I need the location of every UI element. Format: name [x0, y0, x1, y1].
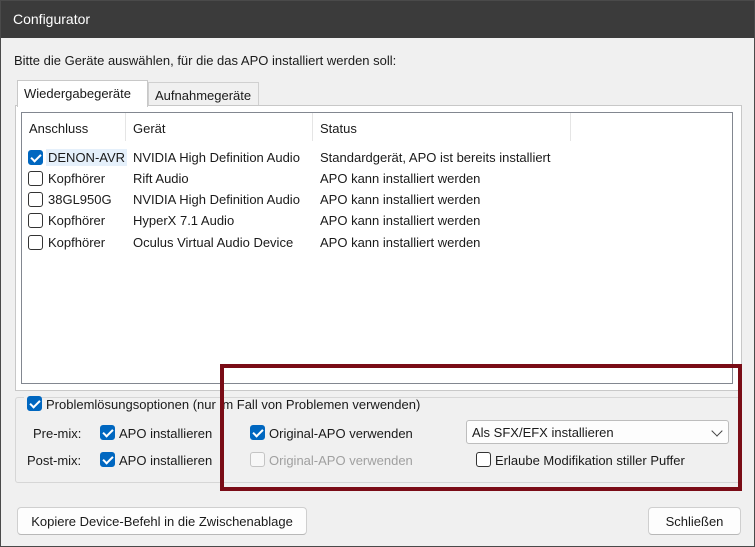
device-list[interactable]: Anschluss Gerät Status DENON-AVR NVIDIA …	[21, 112, 733, 384]
premix-install-checkbox[interactable]	[100, 425, 115, 440]
device-connection: Kopfhörer	[48, 235, 106, 250]
column-header-status[interactable]: Status	[313, 113, 571, 141]
instruction-text: Bitte die Geräte auswählen, für die das …	[14, 53, 397, 68]
configurator-window: Configurator Bitte die Geräte auswählen,…	[0, 0, 755, 547]
device-name: Rift Audio	[133, 171, 189, 186]
premix-label: Pre-mix:	[33, 426, 82, 441]
device-name: Oculus Virtual Audio Device	[133, 235, 294, 250]
device-row[interactable]: Kopfhörer Oculus Virtual Audio Device AP…	[22, 232, 732, 253]
device-list-header: Anschluss Gerät Status	[22, 113, 732, 141]
device-row[interactable]: 38GL950G NVIDIA High Definition Audio AP…	[22, 189, 732, 210]
device-checkbox[interactable]	[28, 150, 43, 165]
device-status: APO kann installiert werden	[320, 213, 481, 228]
postmix-label: Post-mix:	[27, 453, 82, 468]
tab-recording-devices[interactable]: Aufnahmegeräte	[148, 82, 259, 106]
device-connection: Kopfhörer	[48, 171, 106, 186]
title-bar[interactable]: Configurator	[1, 1, 754, 38]
highlight-box	[220, 364, 742, 491]
window-title: Configurator	[13, 11, 91, 27]
tab-playback-devices[interactable]: Wiedergabegeräte	[17, 80, 148, 107]
device-status: Standardgerät, APO ist bereits installie…	[320, 150, 551, 165]
device-connection: Kopfhörer	[48, 213, 106, 228]
device-row[interactable]: Kopfhörer Rift Audio APO kann installier…	[22, 168, 732, 189]
postmix-install-checkbox[interactable]	[100, 452, 115, 467]
device-row[interactable]: Kopfhörer HyperX 7.1 Audio APO kann inst…	[22, 210, 732, 231]
device-status: APO kann installiert werden	[320, 192, 481, 207]
device-name: NVIDIA High Definition Audio	[133, 192, 300, 207]
copy-device-command-button[interactable]: Kopiere Device-Befehl in die Zwischenabl…	[17, 507, 307, 535]
premix-install-label: APO installieren	[119, 426, 213, 441]
device-connection: 38GL950G	[48, 192, 112, 207]
device-checkbox[interactable]	[28, 235, 43, 250]
device-status: APO kann installiert werden	[320, 171, 481, 186]
device-checkbox[interactable]	[28, 192, 43, 207]
device-status: APO kann installiert werden	[320, 235, 481, 250]
device-checkbox[interactable]	[28, 171, 43, 186]
device-name: NVIDIA High Definition Audio	[133, 150, 300, 165]
device-checkbox[interactable]	[28, 213, 43, 228]
device-connection: DENON-AVR	[46, 149, 128, 166]
playback-tab-panel: Anschluss Gerät Status DENON-AVR NVIDIA …	[15, 105, 742, 391]
column-header-device[interactable]: Gerät	[126, 113, 313, 141]
device-row[interactable]: DENON-AVR NVIDIA High Definition Audio S…	[22, 147, 732, 168]
column-header-connection[interactable]: Anschluss	[22, 113, 126, 141]
close-button[interactable]: Schließen	[648, 507, 741, 535]
device-name: HyperX 7.1 Audio	[133, 213, 235, 228]
postmix-install-label: APO installieren	[119, 453, 213, 468]
